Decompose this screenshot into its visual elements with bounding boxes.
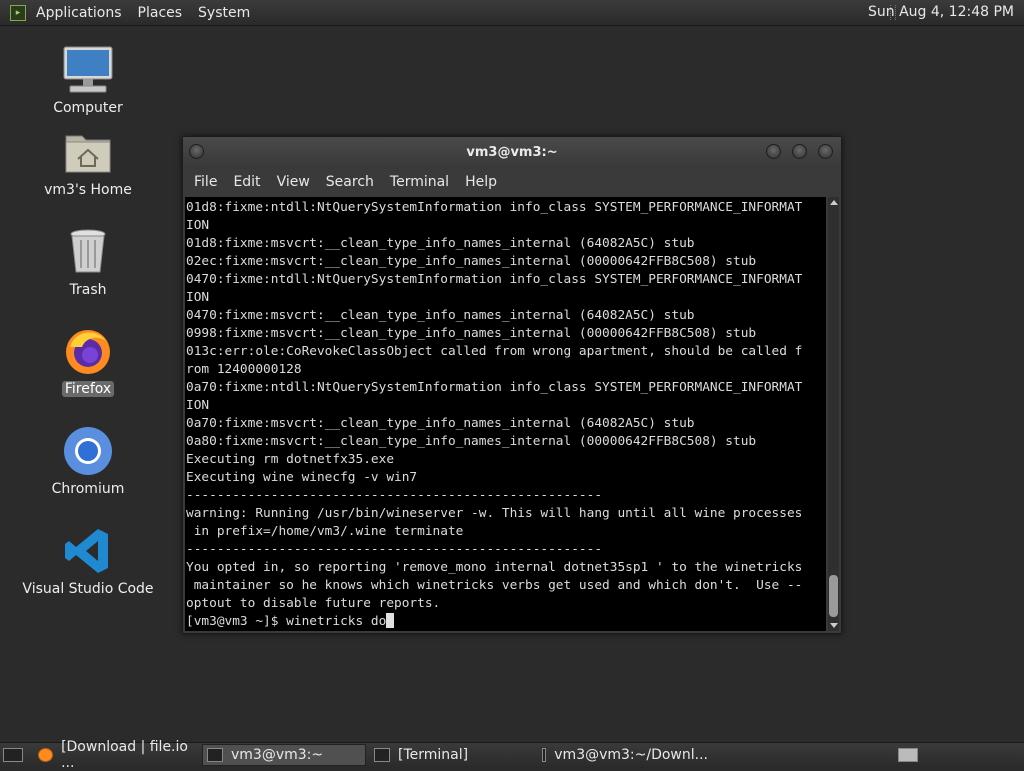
terminal-text: 01d8:fixme:ntdll:NtQuerySystemInformatio… [185, 197, 826, 631]
terminal-line: 01d8:fixme:msvcrt:__clean_type_info_name… [186, 236, 695, 251]
terminal-icon [374, 748, 390, 762]
home-folder-icon [62, 126, 114, 178]
menu-applications[interactable]: Applications [28, 5, 130, 21]
scroll-down-icon[interactable] [830, 623, 838, 628]
terminal-cursor [386, 613, 395, 628]
taskbar-item-terminal-active[interactable]: vm3@vm3:~ [202, 744, 366, 766]
desktop-icon-firefox[interactable]: Firefox [13, 325, 163, 397]
terminal-line: ----------------------------------------… [186, 542, 603, 557]
terminal-line: maintainer so he knows which winetricks … [193, 578, 803, 593]
terminal-scrollbar[interactable] [828, 197, 839, 631]
terminal-line: in prefix=/home/vm3/.wine terminate [193, 524, 464, 539]
close-button[interactable] [818, 144, 833, 159]
desktop-icon-label: Chromium [51, 481, 125, 497]
desktop-icon-chromium[interactable]: Chromium [13, 425, 163, 497]
terminal-menubar: File Edit View Search Terminal Help [183, 169, 841, 195]
trash-icon [62, 226, 114, 278]
taskbar-item-terminal-downloads[interactable]: vm3@vm3:~/Downl... [538, 744, 708, 766]
chromium-icon [62, 425, 114, 477]
show-desktop-icon [3, 748, 23, 762]
workspace-icon [898, 748, 918, 762]
desktop-icon-vscode[interactable]: Visual Studio Code [13, 525, 163, 597]
terminal-line: ION [186, 398, 210, 413]
terminal-icon [542, 748, 547, 762]
terminal-line: ION [186, 218, 210, 233]
scroll-up-icon[interactable] [830, 200, 838, 205]
terminal-output[interactable]: 01d8:fixme:ntdll:NtQuerySystemInformatio… [185, 197, 826, 631]
terminal-line: 0a80:fixme:msvcrt:__clean_type_info_name… [186, 434, 757, 449]
menu-places[interactable]: Places [130, 5, 191, 21]
desktop-icon-label: Trash [69, 282, 107, 298]
terminal-line: ION [186, 290, 210, 305]
terminal-line: 0470:fixme:ntdll:NtQuerySystemInformatio… [186, 272, 803, 287]
menu-help[interactable]: Help [458, 174, 504, 190]
clock[interactable]: Sun Aug 4, 12:48 PM [868, 4, 1014, 20]
terminal-line: 0998:fixme:msvcrt:__clean_type_info_name… [186, 326, 757, 341]
desktop-icon-trash[interactable]: Trash [13, 226, 163, 298]
maximize-button[interactable] [792, 144, 807, 159]
taskbar-item-label: vm3@vm3:~/Downl... [554, 747, 708, 763]
menu-file[interactable]: File [187, 174, 224, 190]
vscode-icon [62, 525, 114, 577]
desktop-icon-label: Visual Studio Code [22, 581, 154, 597]
window-title: vm3@vm3:~ [466, 145, 558, 160]
terminal-line: rom 12400000128 [186, 362, 302, 377]
desktop-icon-home[interactable]: vm3's Home [13, 126, 163, 198]
terminal-icon [207, 748, 223, 762]
terminal-line: 013c:err:ole:CoRevokeClassObject called … [186, 344, 803, 359]
show-desktop-button[interactable] [0, 744, 28, 766]
taskbar-item-terminal[interactable]: [Terminal] [370, 744, 534, 766]
terminal-line: warning: Running /usr/bin/wineserver -w.… [186, 506, 803, 521]
scroll-thumb[interactable] [829, 575, 838, 617]
terminal-line: ----------------------------------------… [186, 488, 603, 503]
bottom-panel: [Download | file.io ... vm3@vm3:~ [Termi… [0, 739, 1024, 771]
terminal-line: You opted in, so reporting 'remove_mono … [186, 560, 803, 575]
taskbar-item-firefox[interactable]: [Download | file.io ... [34, 739, 196, 771]
minimize-button[interactable] [766, 144, 781, 159]
taskbar-item-label: [Download | file.io ... [61, 739, 188, 771]
desktop-icon-label: Computer [53, 100, 123, 116]
desktop-icon-computer[interactable]: Computer [13, 44, 163, 116]
menu-terminal[interactable]: Terminal [383, 174, 456, 190]
menu-search[interactable]: Search [319, 174, 381, 190]
workspace-switcher[interactable] [894, 744, 924, 766]
terminal-line: 0a70:fixme:ntdll:NtQuerySystemInformatio… [186, 380, 803, 395]
terminal-line: 0470:fixme:msvcrt:__clean_type_info_name… [186, 308, 695, 323]
menu-edit[interactable]: Edit [226, 174, 267, 190]
terminal-line: optout to disable future reports. [186, 596, 441, 611]
taskbar-item-label: [Terminal] [398, 747, 469, 763]
terminal-line: Executing rm dotnetfx35.exe [186, 452, 395, 467]
distro-logo-icon[interactable]: ▸ [10, 4, 26, 21]
computer-icon [62, 44, 114, 96]
menu-system[interactable]: System [190, 5, 258, 21]
terminal-prompt: [vm3@vm3 ~]$ winetricks do [186, 614, 387, 629]
terminal-window[interactable]: vm3@vm3:~ File Edit View Search Terminal… [182, 136, 842, 634]
top-panel: ▸ Applications Places System Sun Aug 4, … [0, 0, 1024, 26]
terminal-line: 0a70:fixme:msvcrt:__clean_type_info_name… [186, 416, 695, 431]
terminal-line: 01d8:fixme:ntdll:NtQuerySystemInformatio… [186, 200, 803, 215]
taskbar-item-label: vm3@vm3:~ [231, 747, 324, 763]
menu-view[interactable]: View [270, 174, 317, 190]
desktop-icon-label: Firefox [61, 381, 115, 397]
window-titlebar[interactable]: vm3@vm3:~ [183, 137, 841, 169]
firefox-icon [38, 748, 54, 762]
desktop-icon-label: vm3's Home [44, 182, 132, 198]
terminal-line: Executing wine winecfg -v win7 [186, 470, 418, 485]
firefox-icon [62, 325, 114, 377]
terminal-line: 02ec:fixme:msvcrt:__clean_type_info_name… [186, 254, 757, 269]
